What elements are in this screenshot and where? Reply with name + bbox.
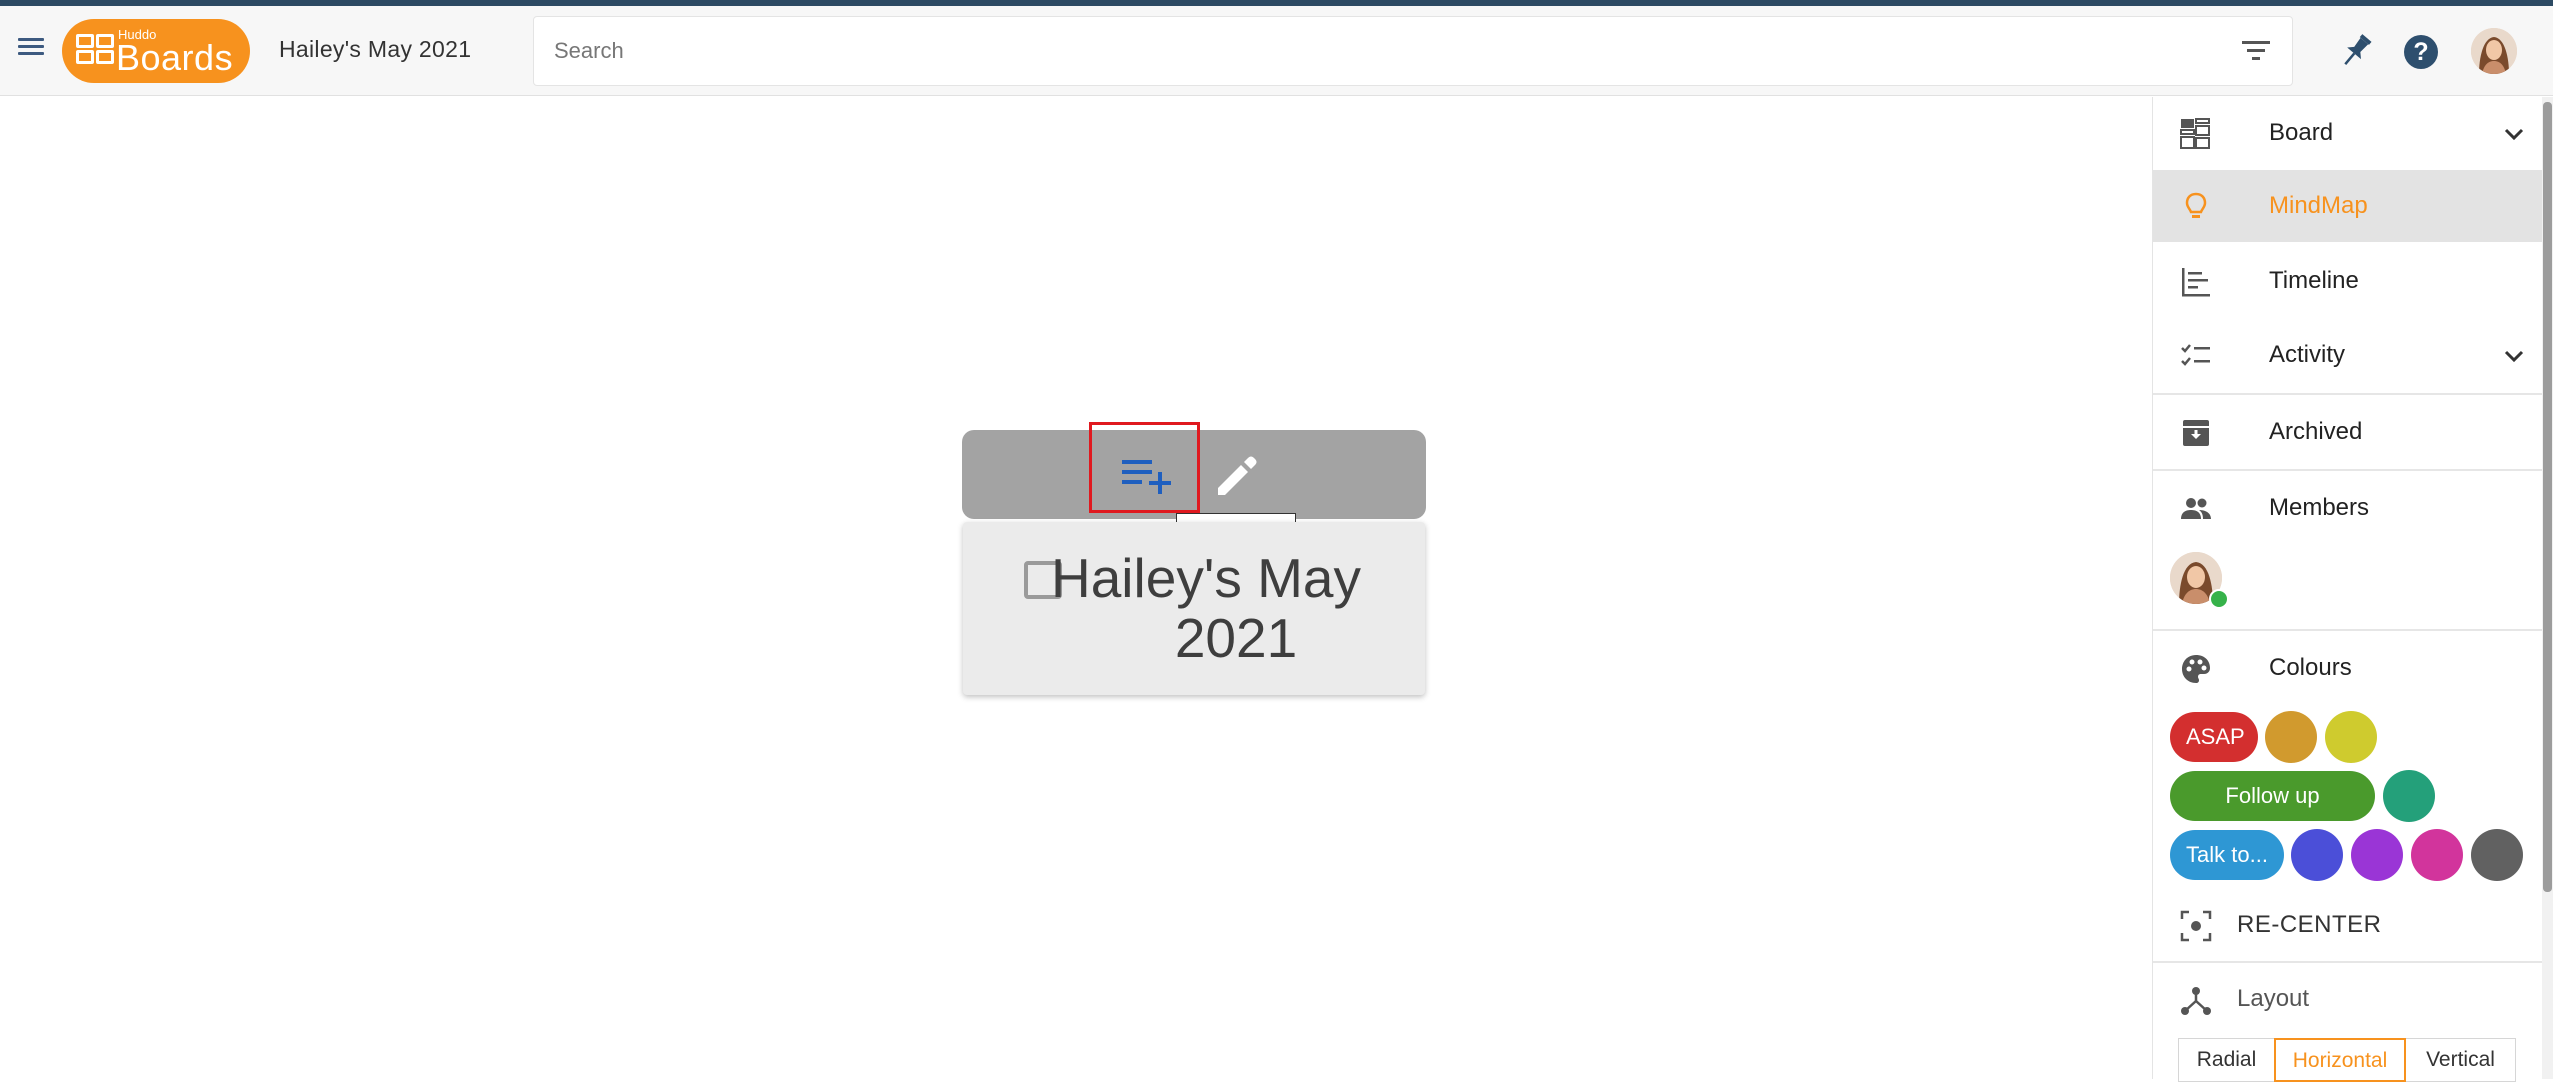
sidebar-item-label: Colours (2269, 654, 2352, 681)
board-title[interactable]: Hailey's May 2021 (279, 36, 471, 63)
user-avatar[interactable] (2471, 28, 2517, 74)
huddo-boards-logo[interactable]: Huddo Boards (62, 19, 250, 83)
layout-toggle-group: Radial Horizontal Vertical (2178, 1038, 2516, 1082)
sidebar-item-label: Board (2269, 119, 2334, 146)
colour-swatch-orange[interactable] (2265, 711, 2317, 763)
sidebar-item-activity[interactable]: Activity (2153, 319, 2543, 391)
pin-icon[interactable] (2336, 31, 2376, 71)
members-icon (2181, 498, 2211, 519)
sidebar-item-timeline[interactable]: Timeline (2153, 245, 2543, 317)
chevron-down-icon[interactable] (2503, 123, 2525, 145)
online-status-icon (2209, 589, 2229, 609)
timeline-icon (2182, 268, 2210, 297)
recenter-icon (2180, 910, 2212, 942)
search-input[interactable] (554, 17, 2204, 85)
sidebar-item-members[interactable]: Members (2153, 472, 2543, 544)
edit-pencil-icon[interactable] (1210, 448, 1264, 502)
sidebar-item-colours[interactable]: Colours (2153, 632, 2543, 704)
sidebar-divider (2153, 393, 2543, 395)
new-list-button[interactable] (1089, 422, 1200, 513)
recenter-label: RE-CENTER (2237, 911, 2382, 938)
colour-swatch-purple[interactable] (2351, 829, 2403, 881)
sidebar-divider (2153, 469, 2543, 471)
layout-horizontal-button[interactable]: Horizontal (2274, 1038, 2406, 1082)
sidebar-item-board[interactable]: Board (2153, 97, 2543, 169)
sidebar-divider (2153, 629, 2543, 631)
layout-radial-button[interactable]: Radial (2178, 1038, 2275, 1082)
sidebar-item-label: Timeline (2269, 267, 2359, 294)
board-icon (2180, 118, 2210, 149)
search-bar (533, 16, 2293, 86)
sidebar-item-mindmap[interactable]: MindMap (2153, 170, 2543, 242)
colour-swatch-grey[interactable] (2471, 829, 2523, 881)
right-sidebar: Board MindMap Timeline Activity Archived… (2152, 97, 2543, 1082)
root-node-title[interactable]: Hailey's May 2021 (1000, 548, 1412, 668)
filter-icon[interactable] (2242, 41, 2270, 63)
activity-icon (2181, 344, 2210, 366)
sidebar-item-label: Activity (2269, 341, 2346, 368)
layout-section: Layout (2153, 963, 2543, 1035)
colour-label-asap[interactable]: ASAP (2170, 712, 2258, 762)
help-icon[interactable]: ? (2404, 35, 2438, 69)
sidebar-item-label: MindMap (2269, 192, 2368, 219)
colour-label-follow-up[interactable]: Follow up needed (2170, 771, 2375, 858)
layout-label: Layout (2237, 985, 2310, 1012)
sidebar-item-label: Members (2269, 494, 2370, 521)
palette-icon (2182, 655, 2210, 683)
colour-swatch-pink[interactable] (2411, 829, 2463, 881)
colour-label-talk-to[interactable]: Talk to... (2170, 830, 2284, 880)
colour-swatch-blue[interactable] (2291, 829, 2343, 881)
layout-tree-icon (2181, 987, 2211, 1015)
layout-vertical-button[interactable]: Vertical (2405, 1038, 2516, 1082)
logo-mark-icon (76, 34, 118, 68)
hamburger-menu-icon[interactable] (14, 34, 48, 68)
colour-swatch-teal[interactable] (2383, 770, 2435, 822)
chevron-down-icon[interactable] (2503, 345, 2525, 367)
sidebar-item-label: Archived (2269, 418, 2363, 445)
recenter-button[interactable]: RE-CENTER (2153, 889, 2543, 961)
app-header: Huddo Boards Hailey's May 2021 ? (0, 6, 2553, 96)
sidebar-scrollbar-thumb[interactable] (2543, 102, 2552, 892)
sidebar-item-archived[interactable]: Archived (2153, 396, 2543, 468)
logo-big-text: Boards (116, 37, 234, 78)
colour-swatch-yellow[interactable] (2325, 711, 2377, 763)
archive-icon (2183, 420, 2209, 446)
lightbulb-icon (2185, 192, 2207, 218)
